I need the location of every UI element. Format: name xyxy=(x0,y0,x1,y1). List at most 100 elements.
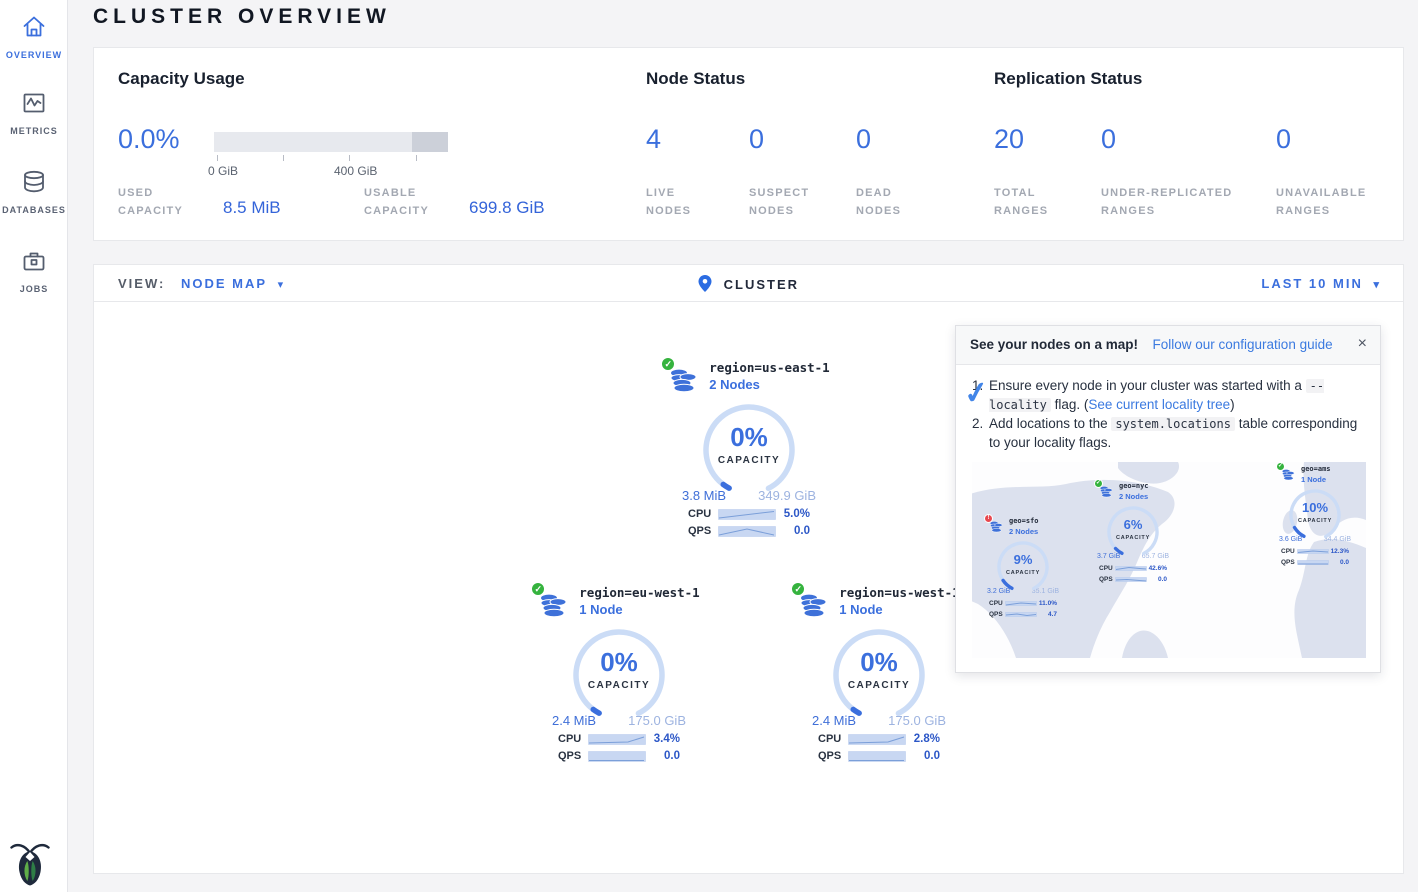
location-pin-icon xyxy=(698,280,717,295)
cluster-summary-panel: Capacity Usage 0.0% 0 GiB 400 GiB USED C… xyxy=(93,47,1404,241)
cpu-label: CPU xyxy=(1281,547,1297,556)
capacity-tick xyxy=(217,155,218,161)
popup-header: See your nodes on a map! Follow our conf… xyxy=(956,326,1380,365)
locality-card-us-east-1[interactable]: ✓ region=us-east-1 2 Nodes 0% CAPACITY xyxy=(667,360,831,537)
cockroachdb-logo-icon[interactable] xyxy=(10,840,50,891)
close-icon[interactable]: × xyxy=(1358,335,1367,353)
node-count-link[interactable]: 1 Node xyxy=(579,602,699,617)
example-node-map-image: ! geo=sfo 2 Nodes 9% xyxy=(972,462,1366,658)
sidebar-item-label: OVERVIEW xyxy=(0,50,68,60)
cpu-label: CPU xyxy=(1099,564,1115,573)
sidebar-item-label: DATABASES xyxy=(0,205,68,215)
suspect-nodes-label: SUSPECT NODES xyxy=(749,185,819,220)
locality-label: region=us-west-1 xyxy=(839,585,959,600)
capacity-gauge: 6% CAPACITY xyxy=(1106,505,1160,549)
breadcrumb-label: CLUSTER xyxy=(724,277,799,292)
locality-tree-link[interactable]: See current locality tree xyxy=(1088,397,1230,412)
qps-sparkline xyxy=(718,526,776,537)
qps-value: 4.7 xyxy=(1048,610,1057,619)
cpu-sparkline xyxy=(848,734,906,745)
step-text-part: Add locations to the xyxy=(989,416,1108,431)
capacity-percent: 0% xyxy=(701,422,797,453)
capacity-tick-label: 400 GiB xyxy=(334,164,377,178)
capacity-caption: CAPACITY xyxy=(1288,518,1342,526)
capacity-caption: CAPACITY xyxy=(831,680,927,691)
capacity-tick xyxy=(283,155,284,161)
capacity-bar-reserved-segment xyxy=(412,132,448,152)
cpu-sparkline xyxy=(1297,549,1329,554)
suspect-nodes-value: 0 xyxy=(749,124,764,155)
database-stack-icon: ! xyxy=(989,519,1004,535)
node-count: 1 Node xyxy=(1301,475,1331,486)
under-replicated-ranges-value: 0 xyxy=(1101,124,1116,155)
cpu-label: CPU xyxy=(818,733,848,745)
qps-label: QPS xyxy=(1281,558,1297,567)
locality-card-us-west-1[interactable]: ✓ region=us-west-1 1 Node 0% CAPACITY 2 xyxy=(797,585,961,762)
cluster-overview-page: OVERVIEW METRICS DATABASES JOBS xyxy=(0,0,1418,892)
sidebar-item-label: METRICS xyxy=(0,126,68,136)
setup-step-2: 2. Add locations to the system.locations… xyxy=(972,415,1364,453)
cpu-sparkline xyxy=(1005,601,1037,606)
used-capacity-value: 8.5 MiB xyxy=(223,198,281,218)
system-locations-code: system.locations xyxy=(1111,417,1235,431)
capacity-gauge: 0% CAPACITY xyxy=(571,627,667,705)
node-status-title: Node Status xyxy=(646,69,745,89)
step-text: Ensure every node in your cluster was st… xyxy=(989,377,1364,415)
live-nodes-value: 4 xyxy=(646,124,661,155)
database-stack-icon: ✓ xyxy=(668,364,700,398)
locality-card-eu-west-1[interactable]: ✓ region=eu-west-1 1 Node 0% CAPACITY 2 xyxy=(537,585,701,762)
locality-label: region=us-east-1 xyxy=(709,360,829,375)
metrics-icon xyxy=(21,90,47,121)
capacity-bar xyxy=(214,132,448,152)
sidebar-item-overview[interactable]: OVERVIEW xyxy=(0,14,68,60)
sidebar-item-metrics[interactable]: METRICS xyxy=(0,90,68,136)
capacity-percent: 6% xyxy=(1106,516,1160,534)
locality-label: region=eu-west-1 xyxy=(579,585,699,600)
used-capacity-label: USED CAPACITY xyxy=(118,185,198,220)
cpu-sparkline xyxy=(1115,566,1147,571)
timescale-dropdown[interactable]: LAST 10 MIN ▾ xyxy=(1261,276,1381,291)
example-locality-card-nyc: ✓ geo=nyc 2 Nodes 6% xyxy=(1089,482,1177,584)
capacity-tick xyxy=(349,155,350,161)
step-text-part: Ensure every node in your cluster was st… xyxy=(989,378,1302,393)
node-count-link[interactable]: 1 Node xyxy=(839,602,959,617)
node-map-setup-popup: See your nodes on a map! Follow our conf… xyxy=(955,325,1381,673)
step-number: 2. xyxy=(972,415,989,453)
cpu-value: 2.8% xyxy=(914,733,940,745)
usable-capacity-label: USABLE CAPACITY xyxy=(364,185,444,220)
sidebar-item-jobs[interactable]: JOBS xyxy=(0,248,68,294)
view-label: VIEW: xyxy=(118,276,165,291)
locality-label: geo=sfo xyxy=(1009,517,1039,527)
capacity-gauge: 10% CAPACITY xyxy=(1288,488,1342,532)
capacity-gauge: 0% CAPACITY xyxy=(701,402,797,480)
cpu-label: CPU xyxy=(558,733,588,745)
capacity-caption: CAPACITY xyxy=(1106,535,1160,543)
replication-status-title: Replication Status xyxy=(994,69,1142,89)
qps-sparkline xyxy=(848,751,906,762)
locality-label: geo=nyc xyxy=(1119,482,1149,492)
sidebar-item-databases[interactable]: DATABASES xyxy=(0,169,68,215)
dead-nodes-value: 0 xyxy=(856,124,871,155)
view-selector[interactable]: NODE MAP xyxy=(181,276,267,291)
qps-sparkline xyxy=(588,751,646,762)
databases-icon xyxy=(21,169,47,200)
node-count-link[interactable]: 2 Nodes xyxy=(709,377,829,392)
view-bar: VIEW: NODE MAP ▾ CLUSTER LAST 10 MIN ▾ xyxy=(94,265,1403,302)
cpu-value: 42.6% xyxy=(1149,564,1167,573)
status-warning-icon: ! xyxy=(984,514,993,523)
qps-label: QPS xyxy=(818,750,848,762)
configuration-guide-link[interactable]: Follow our configuration guide xyxy=(1153,337,1333,352)
qps-label: QPS xyxy=(688,525,718,537)
capacity-caption: CAPACITY xyxy=(701,455,797,466)
chevron-down-icon[interactable]: ▾ xyxy=(278,279,286,291)
step-text-part: flag. ( xyxy=(1055,397,1089,412)
capacity-gauge: 9% CAPACITY xyxy=(996,540,1050,584)
node-count: 2 Nodes xyxy=(1009,527,1039,538)
unavailable-ranges-value: 0 xyxy=(1276,124,1291,155)
capacity-caption: CAPACITY xyxy=(571,680,667,691)
cpu-label: CPU xyxy=(989,599,1005,608)
page-title: CLUSTER OVERVIEW xyxy=(93,5,391,29)
status-healthy-icon: ✓ xyxy=(1094,479,1103,488)
node-count: 2 Nodes xyxy=(1119,492,1149,503)
qps-sparkline xyxy=(1115,577,1147,582)
